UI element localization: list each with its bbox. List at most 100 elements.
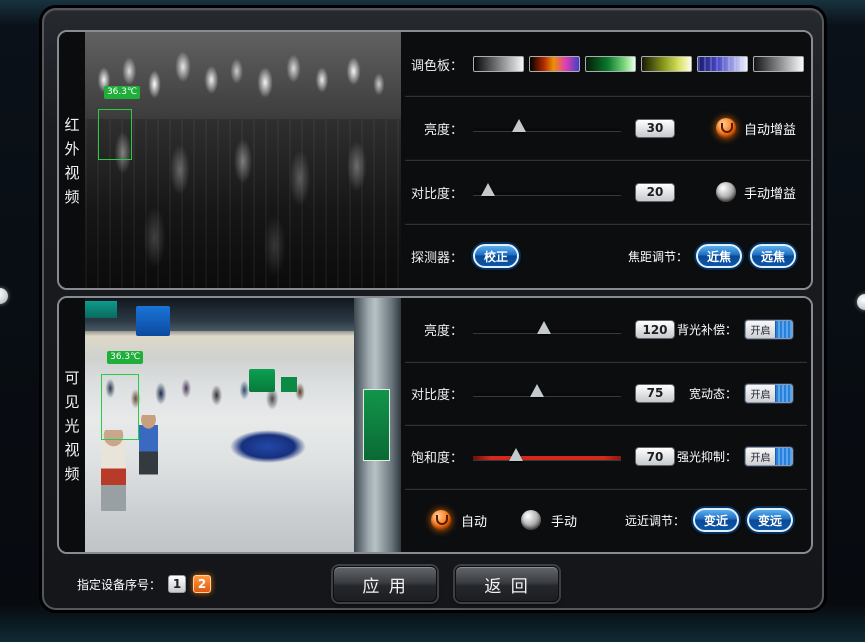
zoom-label: 远近调节：: [625, 512, 685, 529]
far-focus-button[interactable]: 远焦: [750, 244, 796, 268]
manual-mode-radio[interactable]: [521, 510, 541, 530]
palette-swatch-grayscale[interactable]: [473, 56, 524, 72]
infrared-controls: 调色板： 亮度： 30: [401, 32, 813, 288]
palette-swatch-yellow-green[interactable]: [641, 56, 692, 72]
scene-blue-carpet: [230, 430, 306, 463]
visible-section-title: 可见光视频: [59, 298, 85, 552]
ir-contrast-row: 对比度： 20 手动增益: [401, 160, 813, 224]
vis-saturation-slider[interactable]: [473, 447, 621, 467]
visible-video-section: 可见光视频 36.3℃ 亮度：: [57, 296, 813, 554]
slider-thumb[interactable]: [512, 119, 526, 132]
palette-swatch-iron-rainbow[interactable]: [529, 56, 580, 72]
infrared-section-title: 红外视频: [59, 32, 85, 288]
focus-label: 焦距调节：: [628, 248, 688, 265]
vis-contrast-value[interactable]: 75: [635, 384, 675, 403]
palette-label: 调色板：: [401, 55, 463, 74]
wdr-group: 宽动态： 开启: [689, 384, 793, 403]
wdr-toggle[interactable]: 开启: [745, 384, 793, 403]
ir-brightness-value[interactable]: 30: [635, 119, 675, 138]
slider-track: [473, 128, 621, 131]
toggle-knob: [775, 385, 792, 402]
manual-gain-group: 手动增益: [716, 182, 796, 202]
auto-gain-label: 自动增益: [744, 119, 796, 138]
highlight-suppress-label: 强光抑制：: [677, 448, 737, 465]
palette-swatch-blue-purple[interactable]: [697, 56, 748, 72]
wdr-label: 宽动态：: [689, 385, 737, 402]
temperature-label: 36.3℃: [107, 351, 143, 364]
vis-brightness-value[interactable]: 120: [635, 320, 675, 339]
manual-gain-label: 手动增益: [744, 183, 796, 202]
scene-green-sign: [249, 369, 274, 392]
device-2-button[interactable]: 2: [193, 575, 211, 593]
temperature-label: 36.3℃: [104, 86, 140, 99]
backlight-toggle[interactable]: 开启: [745, 320, 793, 339]
device-number-label: 指定设备序号：: [77, 576, 161, 593]
ir-brightness-row: 亮度： 30 自动增益: [401, 96, 813, 160]
zoom-in-button[interactable]: 变近: [693, 508, 739, 532]
slider-thumb[interactable]: [530, 384, 544, 397]
ir-brightness-label: 亮度：: [401, 119, 463, 138]
detector-label: 探测器：: [401, 247, 463, 266]
ir-contrast-label: 对比度：: [401, 183, 463, 202]
palette-swatch-green[interactable]: [585, 56, 636, 72]
auto-mode-radio[interactable]: [431, 510, 451, 530]
zoom-group: 远近调节： 变近 变远: [625, 508, 793, 532]
infrared-video-feed: 36.3℃: [85, 32, 401, 288]
visible-controls: 亮度： 120 背光补偿： 开启 对比度：: [401, 298, 811, 552]
zoom-out-button[interactable]: 变远: [747, 508, 793, 532]
ir-contrast-value[interactable]: 20: [635, 183, 675, 202]
device-1-button[interactable]: 1: [168, 575, 186, 593]
slider-thumb[interactable]: [537, 321, 551, 334]
scene-teal-sign: [85, 301, 117, 319]
calibrate-button[interactable]: 校正: [473, 244, 519, 268]
back-button[interactable]: 返 回: [455, 566, 559, 602]
toggle-state-label: 开启: [746, 448, 775, 465]
detection-box: [98, 109, 133, 160]
slider-thumb[interactable]: [481, 183, 495, 196]
palette-swatch-light-gray[interactable]: [753, 56, 804, 72]
ir-contrast-slider[interactable]: [473, 182, 621, 202]
ir-brightness-slider[interactable]: [473, 118, 621, 138]
scene-green-poster: [363, 389, 390, 460]
vis-contrast-row: 对比度： 75 宽动态： 开启: [401, 362, 811, 426]
thermal-crowd-scene: [85, 32, 401, 119]
camera-settings-screen: 红外视频 36.3℃ 调色板：: [0, 0, 865, 642]
visible-video-feed: 36.3℃: [85, 298, 401, 552]
scene-person: [139, 415, 158, 481]
apply-button[interactable]: 应 用: [333, 566, 437, 602]
slider-track: [473, 393, 621, 396]
palette-row: 调色板：: [401, 32, 813, 96]
near-focus-button[interactable]: 近焦: [696, 244, 742, 268]
toggle-knob: [775, 321, 792, 338]
slider-thumb[interactable]: [509, 448, 523, 461]
vis-brightness-label: 亮度：: [401, 320, 463, 339]
vis-brightness-slider[interactable]: [473, 320, 621, 340]
right-edge-handle[interactable]: [857, 294, 865, 310]
palette-swatches: [473, 56, 804, 72]
scene-green-sign-small: [281, 377, 297, 392]
highlight-suppress-toggle[interactable]: 开启: [745, 447, 793, 466]
thermal-floor-scene: [85, 119, 401, 288]
main-panel: 红外视频 36.3℃ 调色板：: [42, 8, 824, 610]
vis-saturation-label: 饱和度：: [401, 447, 463, 466]
toggle-knob: [775, 448, 792, 465]
mode-group: 自动 手动: [431, 510, 577, 530]
vis-brightness-row: 亮度： 120 背光补偿： 开启: [401, 298, 811, 362]
slider-track: [473, 192, 621, 195]
vis-saturation-value[interactable]: 70: [635, 447, 675, 466]
left-edge-handle[interactable]: [0, 288, 8, 304]
detector-row: 探测器： 校正 焦距调节： 近焦 远焦: [401, 224, 813, 288]
manual-gain-radio[interactable]: [716, 182, 736, 202]
vis-contrast-slider[interactable]: [473, 383, 621, 403]
highlight-suppress-group: 强光抑制： 开启: [677, 447, 793, 466]
slider-track: [473, 456, 621, 460]
auto-mode-label: 自动: [461, 511, 487, 530]
vis-saturation-row: 饱和度： 70 强光抑制： 开启: [401, 425, 811, 489]
vis-contrast-label: 对比度：: [401, 384, 463, 403]
manual-mode-label: 手动: [551, 511, 577, 530]
auto-gain-radio[interactable]: [716, 118, 736, 138]
vis-mode-row: 自动 手动 远近调节： 变近 变远: [401, 489, 811, 553]
scene-person: [101, 430, 126, 521]
footer-bar: 指定设备序号： 1 2 应 用 返 回: [57, 562, 813, 606]
toggle-state-label: 开启: [746, 321, 775, 338]
